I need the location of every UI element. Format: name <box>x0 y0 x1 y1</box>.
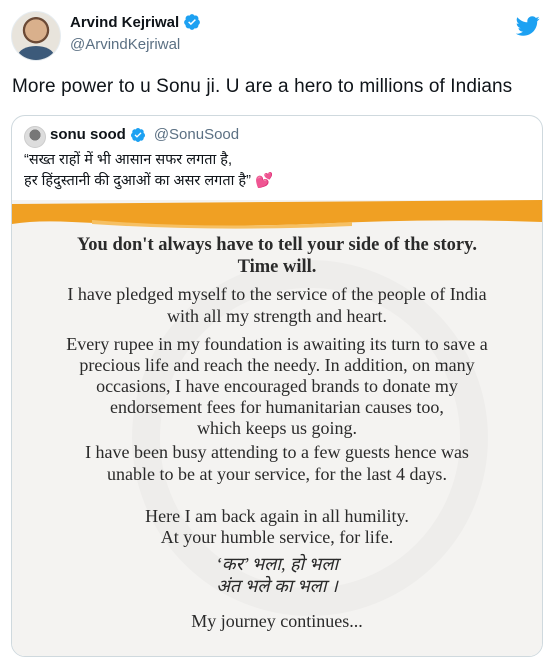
quoted-tweet-image[interactable]: You don't always have to tell your side … <box>12 200 542 656</box>
statement-closing: My journey continues... <box>191 611 363 631</box>
statement-hindi-couplet: ‘कर’ भला, हो भला अंत भले का भला । <box>215 554 339 596</box>
author-avatar[interactable] <box>11 11 61 61</box>
statement-paragraph-4: Here I am back again in all humility. At… <box>145 506 409 547</box>
quoted-display-name: sonu sood <box>50 126 126 143</box>
quoted-text-line-2: हर हिंदुस्तानी की दुआओं का असर लगता है” <box>24 173 251 189</box>
quoted-tweet[interactable]: sonu sood @SonuSood “सख्त राहों में भी आ… <box>11 115 543 657</box>
tweet-text: More power to u Sonu ji. U are a hero to… <box>12 76 513 97</box>
quoted-author-row: sonu sood @SonuSood <box>50 126 239 143</box>
twitter-bird-icon[interactable] <box>516 14 540 38</box>
verified-badge-icon <box>184 14 201 30</box>
quoted-tweet-text: “सख्त राहों में भी आसान सफर लगता है, हर ह… <box>24 150 273 192</box>
statement-paragraph-3: I have been busy attending to a few gues… <box>85 442 469 484</box>
quoted-handle: @SonuSood <box>153 126 240 143</box>
tweet-card: Arvind Kejriwal @ArvindKejriwal More pow… <box>0 0 554 657</box>
statement-paragraph-1: I have pledged myself to the service of … <box>67 284 487 326</box>
two-hearts-emoji: 💕 <box>254 173 274 189</box>
statement-paragraph-2: Every rupee in my foundation is awaiting… <box>66 334 488 438</box>
verified-badge-icon <box>130 127 145 142</box>
author-display-name[interactable]: Arvind Kejriwal <box>70 14 179 31</box>
author-name-row: Arvind Kejriwal <box>70 13 201 31</box>
quoted-author-avatar <box>24 126 46 148</box>
statement-lead: You don't always have to tell your side … <box>77 235 477 277</box>
orange-brush-stroke <box>12 200 542 229</box>
author-handle[interactable]: @ArvindKejriwal <box>70 36 180 53</box>
quoted-text-line-1: “सख्त राहों में भी आसान सफर लगता है, <box>24 152 233 168</box>
